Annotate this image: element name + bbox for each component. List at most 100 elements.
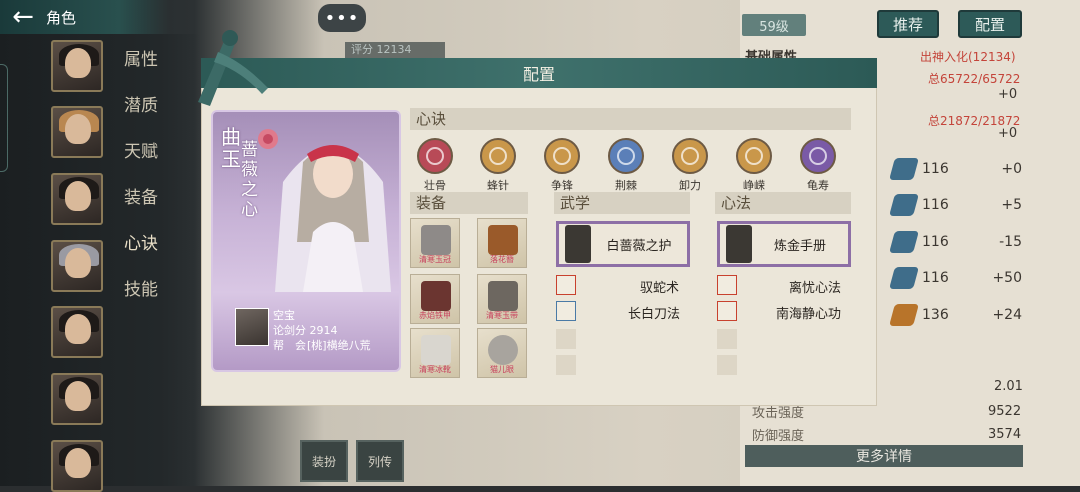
equipment-icon [488, 335, 518, 365]
equipment-slot[interactable]: 落花簪 [477, 218, 527, 268]
score-tag: 评分 12134 [345, 42, 445, 58]
player-avatar [235, 308, 269, 346]
back-arrow-icon[interactable]: ← [0, 2, 46, 32]
character-avatar[interactable] [51, 306, 103, 358]
xinjue-skill[interactable]: 龟寿 [793, 138, 843, 193]
wuxue-sub-icon[interactable] [556, 275, 576, 295]
equipment-slot[interactable]: 清寒冰靴 [410, 328, 460, 378]
equipment-icon [421, 281, 451, 311]
hp-plus: +0 [998, 87, 1018, 102]
skill-icon [544, 138, 580, 174]
xinjue-skill[interactable]: 壮骨 [410, 138, 460, 193]
mp-plus: +0 [998, 126, 1018, 141]
skill-icon [672, 138, 708, 174]
player-score: 论剑分 2914 [273, 324, 338, 337]
empty-slot[interactable] [556, 355, 576, 375]
character-avatar[interactable] [51, 373, 103, 425]
rose-icon [258, 129, 278, 149]
menu-skills[interactable]: 技能 [124, 275, 158, 300]
wuxue-sub-label: 长白刀法 [628, 307, 681, 322]
more-details-button[interactable]: 更多详情 [745, 445, 1023, 467]
def-label: 防御强度 [752, 429, 805, 444]
stat-row: 116 +0 [889, 157, 1022, 181]
xinfa-section-header: 心法 [715, 192, 851, 214]
equipment-slot[interactable]: 清寒玉带 [477, 274, 527, 324]
skill-icon [736, 138, 772, 174]
character-avatar[interactable] [51, 173, 103, 225]
character-avatar[interactable] [51, 440, 103, 492]
wuxue-section-header: 武学 [554, 192, 690, 214]
character-avatar[interactable] [51, 240, 103, 292]
biography-button[interactable]: 列传 [356, 440, 404, 482]
skill-icon [608, 138, 644, 174]
stat-icon [889, 267, 919, 289]
page-title: 角色 [46, 8, 77, 27]
wuxue-main-slot[interactable]: 白蔷薇之护 [556, 221, 690, 267]
sidebar-edge-tab[interactable] [0, 64, 8, 172]
xinfa-main-slot[interactable]: 炼金手册 [717, 221, 851, 267]
equipment-slot[interactable]: 猫儿眼 [477, 328, 527, 378]
stat-icon [889, 158, 919, 180]
xinjue-skill[interactable]: 蜂针 [473, 138, 523, 193]
empty-slot[interactable] [717, 355, 737, 375]
stat-value: 2.01 [994, 379, 1023, 394]
menu-xinjue[interactable]: 心诀 [124, 229, 158, 254]
def-value: 3574 [988, 427, 1022, 442]
character-avatar[interactable] [51, 40, 103, 92]
stat-row: 116 +50 [889, 266, 1022, 290]
equipment-section-header: 装备 [410, 192, 528, 214]
wuxue-sub-label: 驭蛇术 [640, 281, 680, 296]
level-badge: 59级 [742, 14, 806, 36]
top-bar: ← 角色 [0, 0, 170, 34]
xinjue-section-header: 心诀 [410, 108, 851, 130]
recommend-button[interactable]: 推荐 [877, 10, 939, 38]
empty-slot[interactable] [556, 329, 576, 349]
skill-icon [417, 138, 453, 174]
xinjue-skill[interactable]: 峥嵘 [729, 138, 779, 193]
xinjue-skill[interactable]: 卸力 [665, 138, 715, 193]
menu-potential[interactable]: 潜质 [124, 91, 158, 116]
empty-slot[interactable] [717, 329, 737, 349]
xinfa-sub-icon[interactable] [717, 275, 737, 295]
xinfa-sub-label: 离忧心法 [789, 281, 842, 296]
menu-talent[interactable]: 天赋 [124, 137, 158, 162]
config-button[interactable]: 配置 [958, 10, 1022, 38]
equipment-icon [421, 225, 451, 255]
skill-icon [480, 138, 516, 174]
stat-row: 116 -15 [889, 230, 1022, 254]
xinjue-skill[interactable]: 争锋 [537, 138, 587, 193]
xinfa-sub-icon[interactable] [717, 301, 737, 321]
menu-attributes[interactable]: 属性 [124, 45, 158, 70]
equipment-icon [488, 281, 518, 311]
xinfa-sub-label: 南海静心功 [776, 307, 842, 322]
stat-row: 136 +24 [889, 303, 1022, 327]
player-name: 空宝 [273, 309, 295, 322]
guild-label: 帮 会 [273, 339, 306, 352]
wuxue-icon [565, 225, 591, 263]
equipment-slot[interactable]: 清寒玉冠 [410, 218, 460, 268]
equipment-slot[interactable]: 赤焰铁甲 [410, 274, 460, 324]
wuxue-sub-icon[interactable] [556, 301, 576, 321]
chat-bubble-icon[interactable]: ••• [318, 4, 366, 32]
xinfa-icon [726, 225, 752, 263]
guild-name: [桃]横绝八荒 [307, 339, 371, 352]
stat-icon [889, 304, 919, 326]
card-character-title: 蔷薇之心 [241, 140, 258, 220]
menu-equipment[interactable]: 装备 [124, 183, 158, 208]
equipment-icon [421, 335, 451, 365]
rank-text: 出神入化(12134) [920, 50, 1016, 64]
decoration-icon [198, 30, 268, 106]
character-portrait-icon [275, 145, 391, 292]
equipment-icon [488, 225, 518, 255]
stat-icon [889, 194, 919, 216]
stat-icon [889, 231, 919, 253]
character-avatar[interactable] [51, 106, 103, 158]
xinjue-skill[interactable]: 荆棘 [601, 138, 651, 193]
card-character-name: 曲玉 [221, 125, 241, 171]
skill-icon [800, 138, 836, 174]
atk-value: 9522 [988, 404, 1022, 419]
hp-total: 总65722/65722 [928, 72, 1021, 86]
modal-title: 配置 [201, 58, 877, 88]
stat-row: 116 +5 [889, 193, 1022, 217]
outfit-button[interactable]: 装扮 [300, 440, 348, 482]
